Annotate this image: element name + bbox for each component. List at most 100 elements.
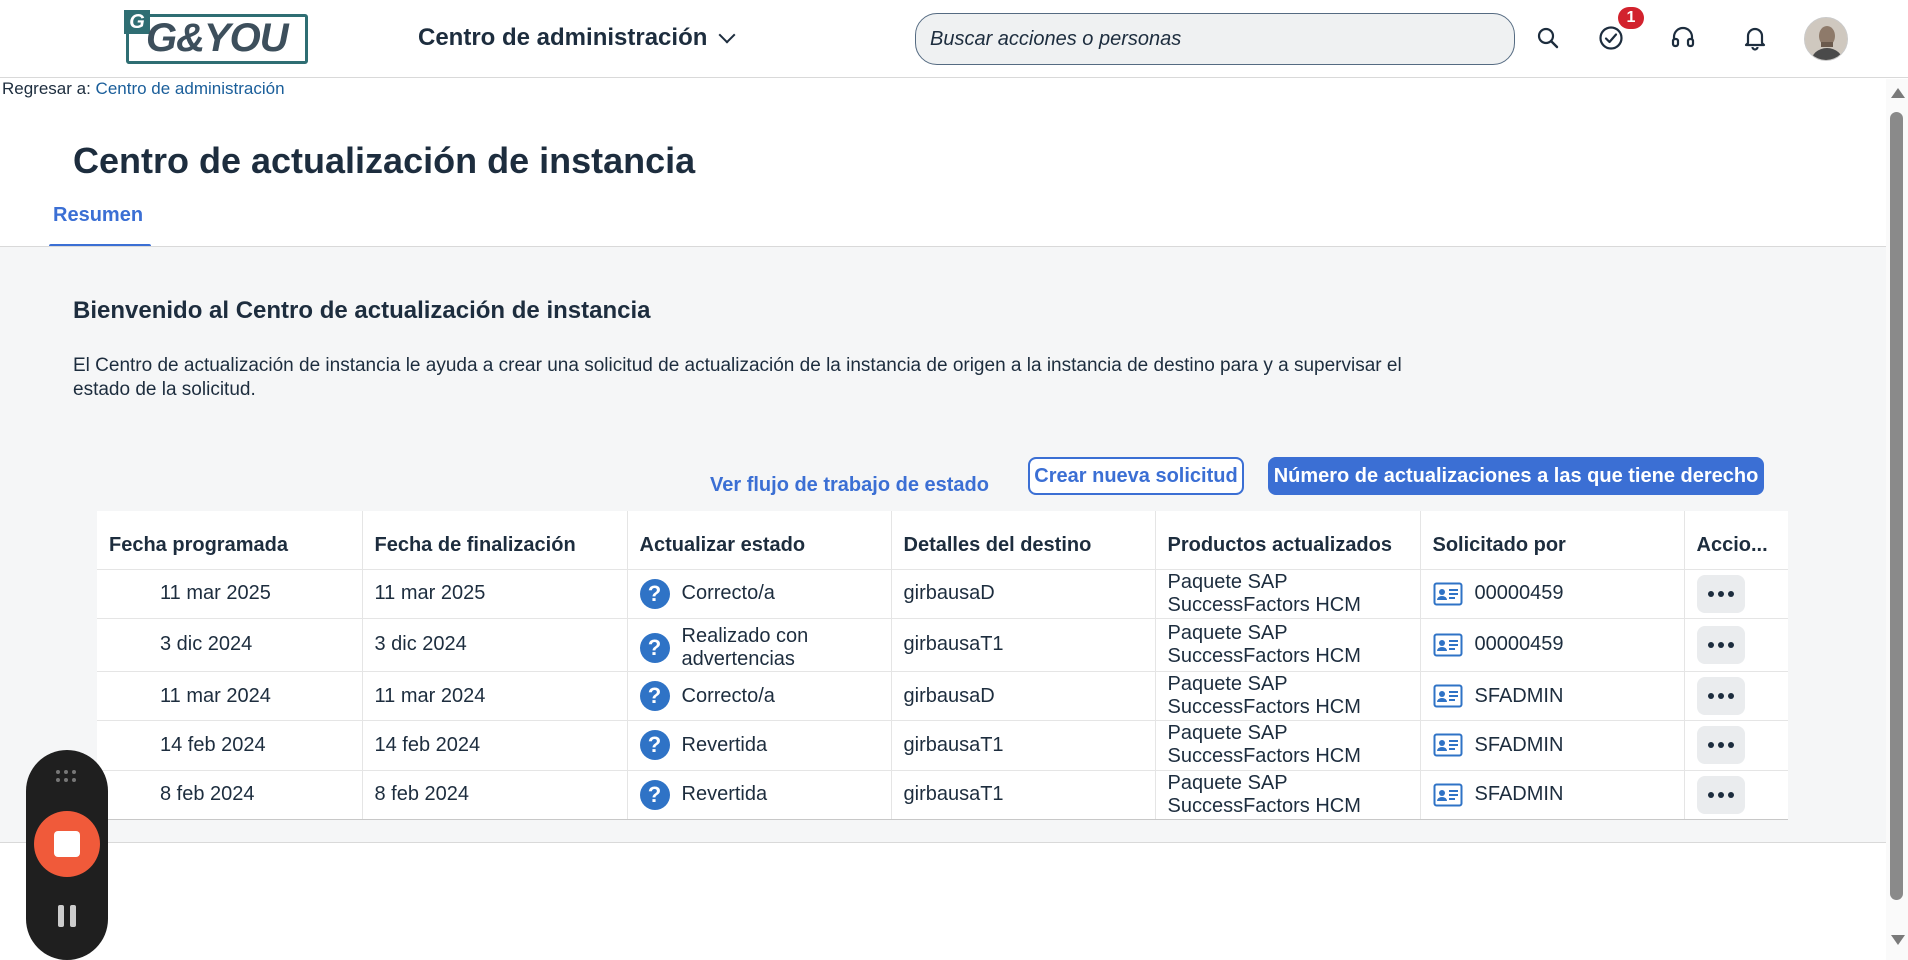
scheduled-date: 11 mar 2024 [97, 671, 363, 722]
actions-cell [1684, 618, 1788, 672]
actions-cell [1684, 720, 1788, 771]
logo-text: G&YOU [146, 16, 289, 60]
id-card-icon [1433, 633, 1462, 657]
requester-id[interactable]: 00000459 [1475, 633, 1564, 656]
question-circle-icon[interactable]: ? [639, 632, 670, 663]
id-card-icon [1433, 783, 1462, 807]
welcome-heading: Bienvenido al Centro de actualización de… [73, 297, 651, 324]
breadcrumb: Regresar a: Centro de administración [2, 79, 285, 99]
scheduled-date: 11 mar 2025 [97, 569, 363, 619]
refreshed-product: Paquete SAP SuccessFactors HCM [1155, 569, 1421, 619]
column-header[interactable]: Detalles del destino [891, 511, 1156, 570]
check-circle-icon [1599, 26, 1623, 50]
refreshed-product: Paquete SAP SuccessFactors HCM [1155, 618, 1421, 672]
column-header[interactable]: Actualizar estado [627, 511, 892, 570]
more-actions-button[interactable] [1696, 625, 1745, 664]
stop-recording-button[interactable] [34, 811, 100, 877]
refreshed-product: Paquete SAP SuccessFactors HCM [1155, 720, 1421, 771]
breadcrumb-prefix: Regresar a: [2, 79, 96, 98]
view-workflow-link[interactable]: Ver flujo de trabajo de estado [710, 474, 989, 497]
more-actions-button[interactable] [1696, 775, 1745, 814]
app-title: Centro de administración [418, 24, 708, 51]
drag-handle-icon[interactable] [56, 770, 78, 784]
target-details: girbausaD [891, 569, 1156, 619]
refreshed-product: Paquete SAP SuccessFactors HCM [1155, 770, 1421, 821]
actions-cell [1684, 770, 1788, 821]
search-button[interactable] [1530, 20, 1566, 56]
stop-icon [54, 831, 80, 857]
pause-recording-button[interactable] [54, 905, 80, 931]
table-row[interactable]: 8 feb 2024 8 feb 2024 ? Revertida girbaus… [97, 770, 1788, 821]
table-row[interactable]: 11 mar 2024 11 mar 2024 ? Correcto/a girb… [97, 671, 1788, 722]
search-input[interactable] [915, 13, 1515, 65]
target-details: girbausaT1 [891, 618, 1156, 672]
question-circle-icon[interactable]: ? [639, 779, 670, 810]
recorder-widget [26, 750, 108, 960]
more-icon [1707, 693, 1714, 700]
status-text: Realizado con advertencias [681, 624, 809, 670]
notifications-button[interactable] [1737, 20, 1773, 56]
actions-cell [1684, 569, 1788, 619]
column-header[interactable]: Productos actualizados [1155, 511, 1421, 570]
scrollbar-thumb[interactable] [1890, 112, 1903, 900]
table-row[interactable]: 3 dic 2024 3 dic 2024 ? Realizado con adv… [97, 618, 1788, 672]
scroll-up-arrow-icon[interactable] [1891, 88, 1905, 98]
app-title-menu[interactable]: Centro de administración [418, 24, 736, 52]
question-circle-icon[interactable]: ? [639, 730, 670, 761]
breadcrumb-link[interactable]: Centro de administración [96, 79, 285, 98]
support-button[interactable] [1665, 20, 1701, 56]
more-actions-button[interactable] [1696, 574, 1745, 613]
more-icon [1727, 742, 1734, 749]
question-circle-icon[interactable]: ? [639, 681, 670, 712]
id-card-icon [1433, 733, 1462, 757]
page-title: Centro de actualización de instancia [73, 140, 696, 181]
more-icon [1707, 742, 1714, 749]
table-row[interactable]: 11 mar 2025 11 mar 2025 ? Correcto/a girb… [97, 569, 1788, 619]
requester-cell: 00000459 [1420, 569, 1685, 619]
status-cell: ? Revertida [627, 770, 892, 821]
more-actions-button[interactable] [1696, 726, 1745, 765]
content-divider [0, 842, 1886, 843]
finished-date: 14 feb 2024 [362, 720, 628, 771]
shell-header: G G&YOU Centro de administración 1 [0, 0, 1908, 78]
column-header[interactable]: Accio... [1684, 511, 1788, 570]
requester-id[interactable]: 00000459 [1475, 582, 1564, 605]
status-text: Revertida [681, 783, 768, 806]
status-text: Correcto/a [681, 582, 775, 605]
user-avatar[interactable] [1804, 17, 1848, 61]
requester-id[interactable]: SFADMIN [1475, 685, 1564, 708]
table-header-row: Fecha programada Fecha de finalización A… [97, 511, 1788, 570]
more-icon [1727, 693, 1734, 700]
table-row[interactable]: 14 feb 2024 14 feb 2024 ? Revertida girba… [97, 720, 1788, 771]
notification-badge: 1 [1618, 7, 1644, 29]
headset-icon [1671, 26, 1695, 48]
scroll-down-arrow-icon[interactable] [1891, 935, 1905, 945]
requester-id[interactable]: SFADMIN [1475, 783, 1564, 806]
target-details: girbausaD [891, 671, 1156, 722]
more-icon [1727, 791, 1734, 798]
scheduled-date: 8 feb 2024 [97, 770, 363, 821]
tab-resumen[interactable]: Resumen [53, 204, 143, 227]
refresh-requests-table: Fecha programada Fecha de finalización A… [97, 511, 1788, 821]
user-photo-icon [1805, 18, 1847, 60]
requester-id[interactable]: SFADMIN [1475, 734, 1564, 757]
create-request-button[interactable]: Crear nueva solicitud [1028, 457, 1244, 495]
company-logo[interactable]: G G&YOU [124, 10, 310, 68]
more-icon [1707, 641, 1714, 648]
entitlements-button[interactable]: Número de actualizaciones a las que tien… [1268, 457, 1764, 495]
more-actions-button[interactable] [1696, 677, 1745, 716]
target-details: girbausaT1 [891, 720, 1156, 771]
scheduled-date: 14 feb 2024 [97, 720, 363, 771]
more-icon [1717, 791, 1724, 798]
column-header[interactable]: Fecha programada [97, 511, 363, 570]
finished-date: 11 mar 2024 [362, 671, 628, 722]
requester-cell: 00000459 [1420, 618, 1685, 672]
column-header[interactable]: Fecha de finalización [362, 511, 628, 570]
chevron-down-icon [718, 26, 736, 44]
search-icon [1537, 27, 1559, 49]
status-cell: ? Revertida [627, 720, 892, 771]
column-header[interactable]: Solicitado por [1420, 511, 1685, 570]
pause-icon [58, 905, 64, 927]
more-icon [1727, 641, 1734, 648]
question-circle-icon[interactable]: ? [639, 578, 670, 609]
